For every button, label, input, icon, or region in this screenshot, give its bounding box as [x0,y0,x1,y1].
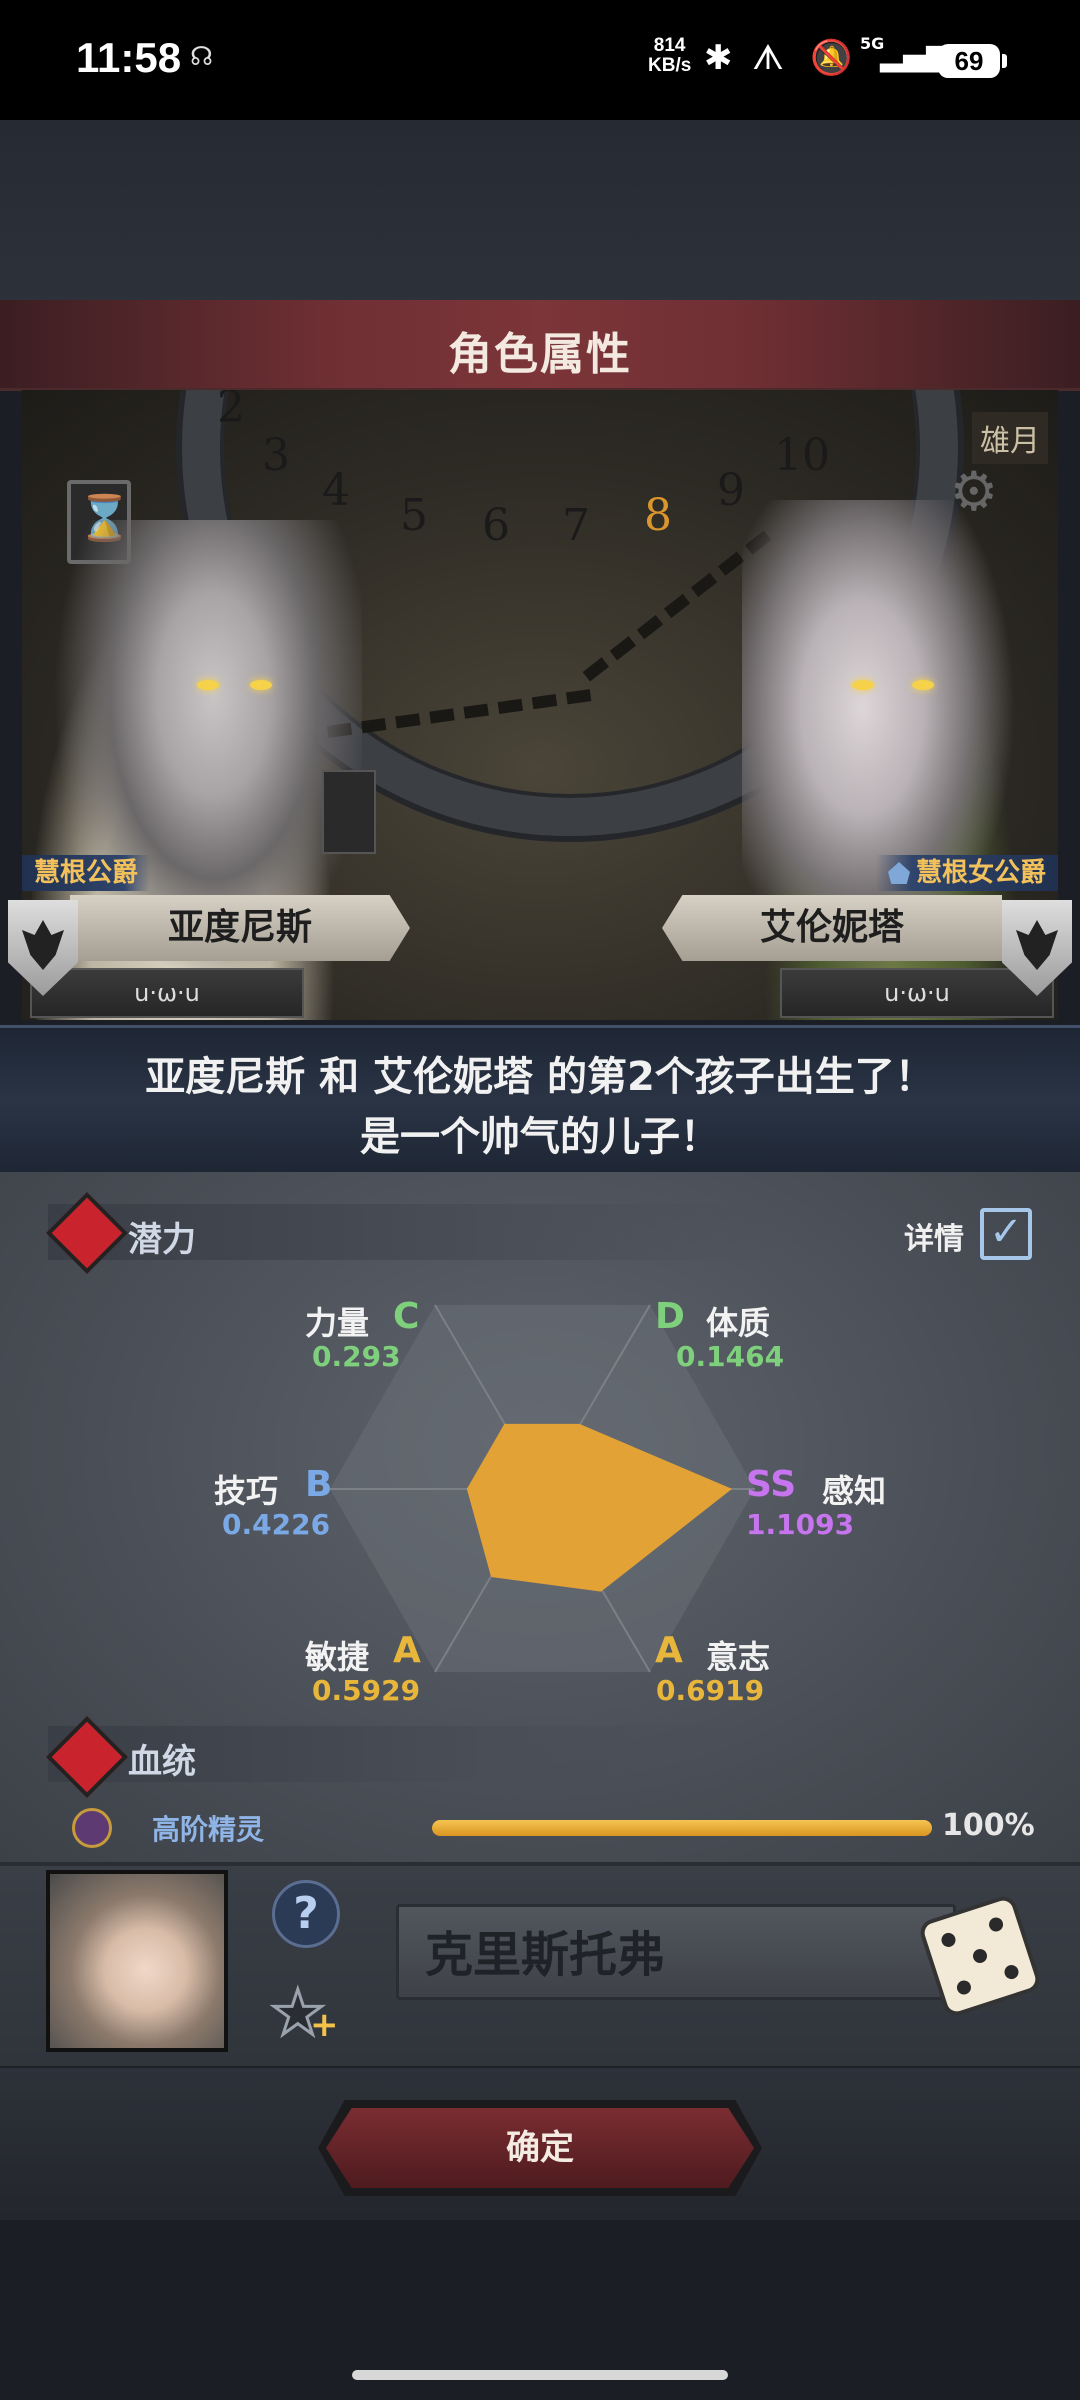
bloodline-progress-fill [432,1820,932,1836]
stat-strength-value: 0.293 [312,1340,401,1373]
stat-perception-value: 1.1093 [746,1508,855,1541]
dice-pip [939,1931,958,1949]
stat-will-grade: A [655,1630,683,1671]
bloodline-percent: 100% [942,1808,1035,1843]
stat-skill-value: 0.4226 [222,1508,331,1541]
stat-will-value: 0.6919 [656,1674,765,1707]
child-portrait [46,1870,228,2052]
stat-agility-grade: A [393,1630,421,1671]
star-plus-icon: + [310,2005,339,2045]
stat-constitution-grade: D [655,1296,685,1337]
stat-agility-name: 敏捷 [305,1638,370,1676]
bloodline-row: 高阶精灵 100% [72,1808,1052,1848]
stat-strength-name: 力量 [305,1304,370,1342]
stat-will-name: 意志 [706,1638,771,1676]
dice-pip [1002,1963,1021,1981]
gesture-nav-handle[interactable] [352,2370,728,2380]
bloodline-progress-track [432,1820,932,1836]
stat-constitution-value: 0.1464 [676,1340,785,1373]
help-button[interactable]: ? [272,1880,340,1948]
elf-race-icon [72,1808,112,1848]
stat-skill-grade: B [305,1464,333,1505]
confirm-button[interactable]: 确定 [326,2108,754,2188]
stat-skill-name: 技巧 [214,1472,279,1510]
bloodline-name: 高阶精灵 [152,1813,265,1846]
dice-pip [955,1978,973,1997]
stat-perception-name: 感知 [822,1472,887,1510]
dice-pip [987,1915,1005,1934]
stat-perception-grade: SS [746,1464,797,1505]
stat-agility-value: 0.5929 [312,1674,421,1707]
bloodline-label: 血统 [128,1742,196,1782]
stat-strength-grade: C [393,1296,420,1337]
child-name-input[interactable]: 克里斯托弗 [396,1904,956,2000]
dice-pip [971,1947,989,1965]
stat-constitution-name: 体质 [706,1304,771,1342]
